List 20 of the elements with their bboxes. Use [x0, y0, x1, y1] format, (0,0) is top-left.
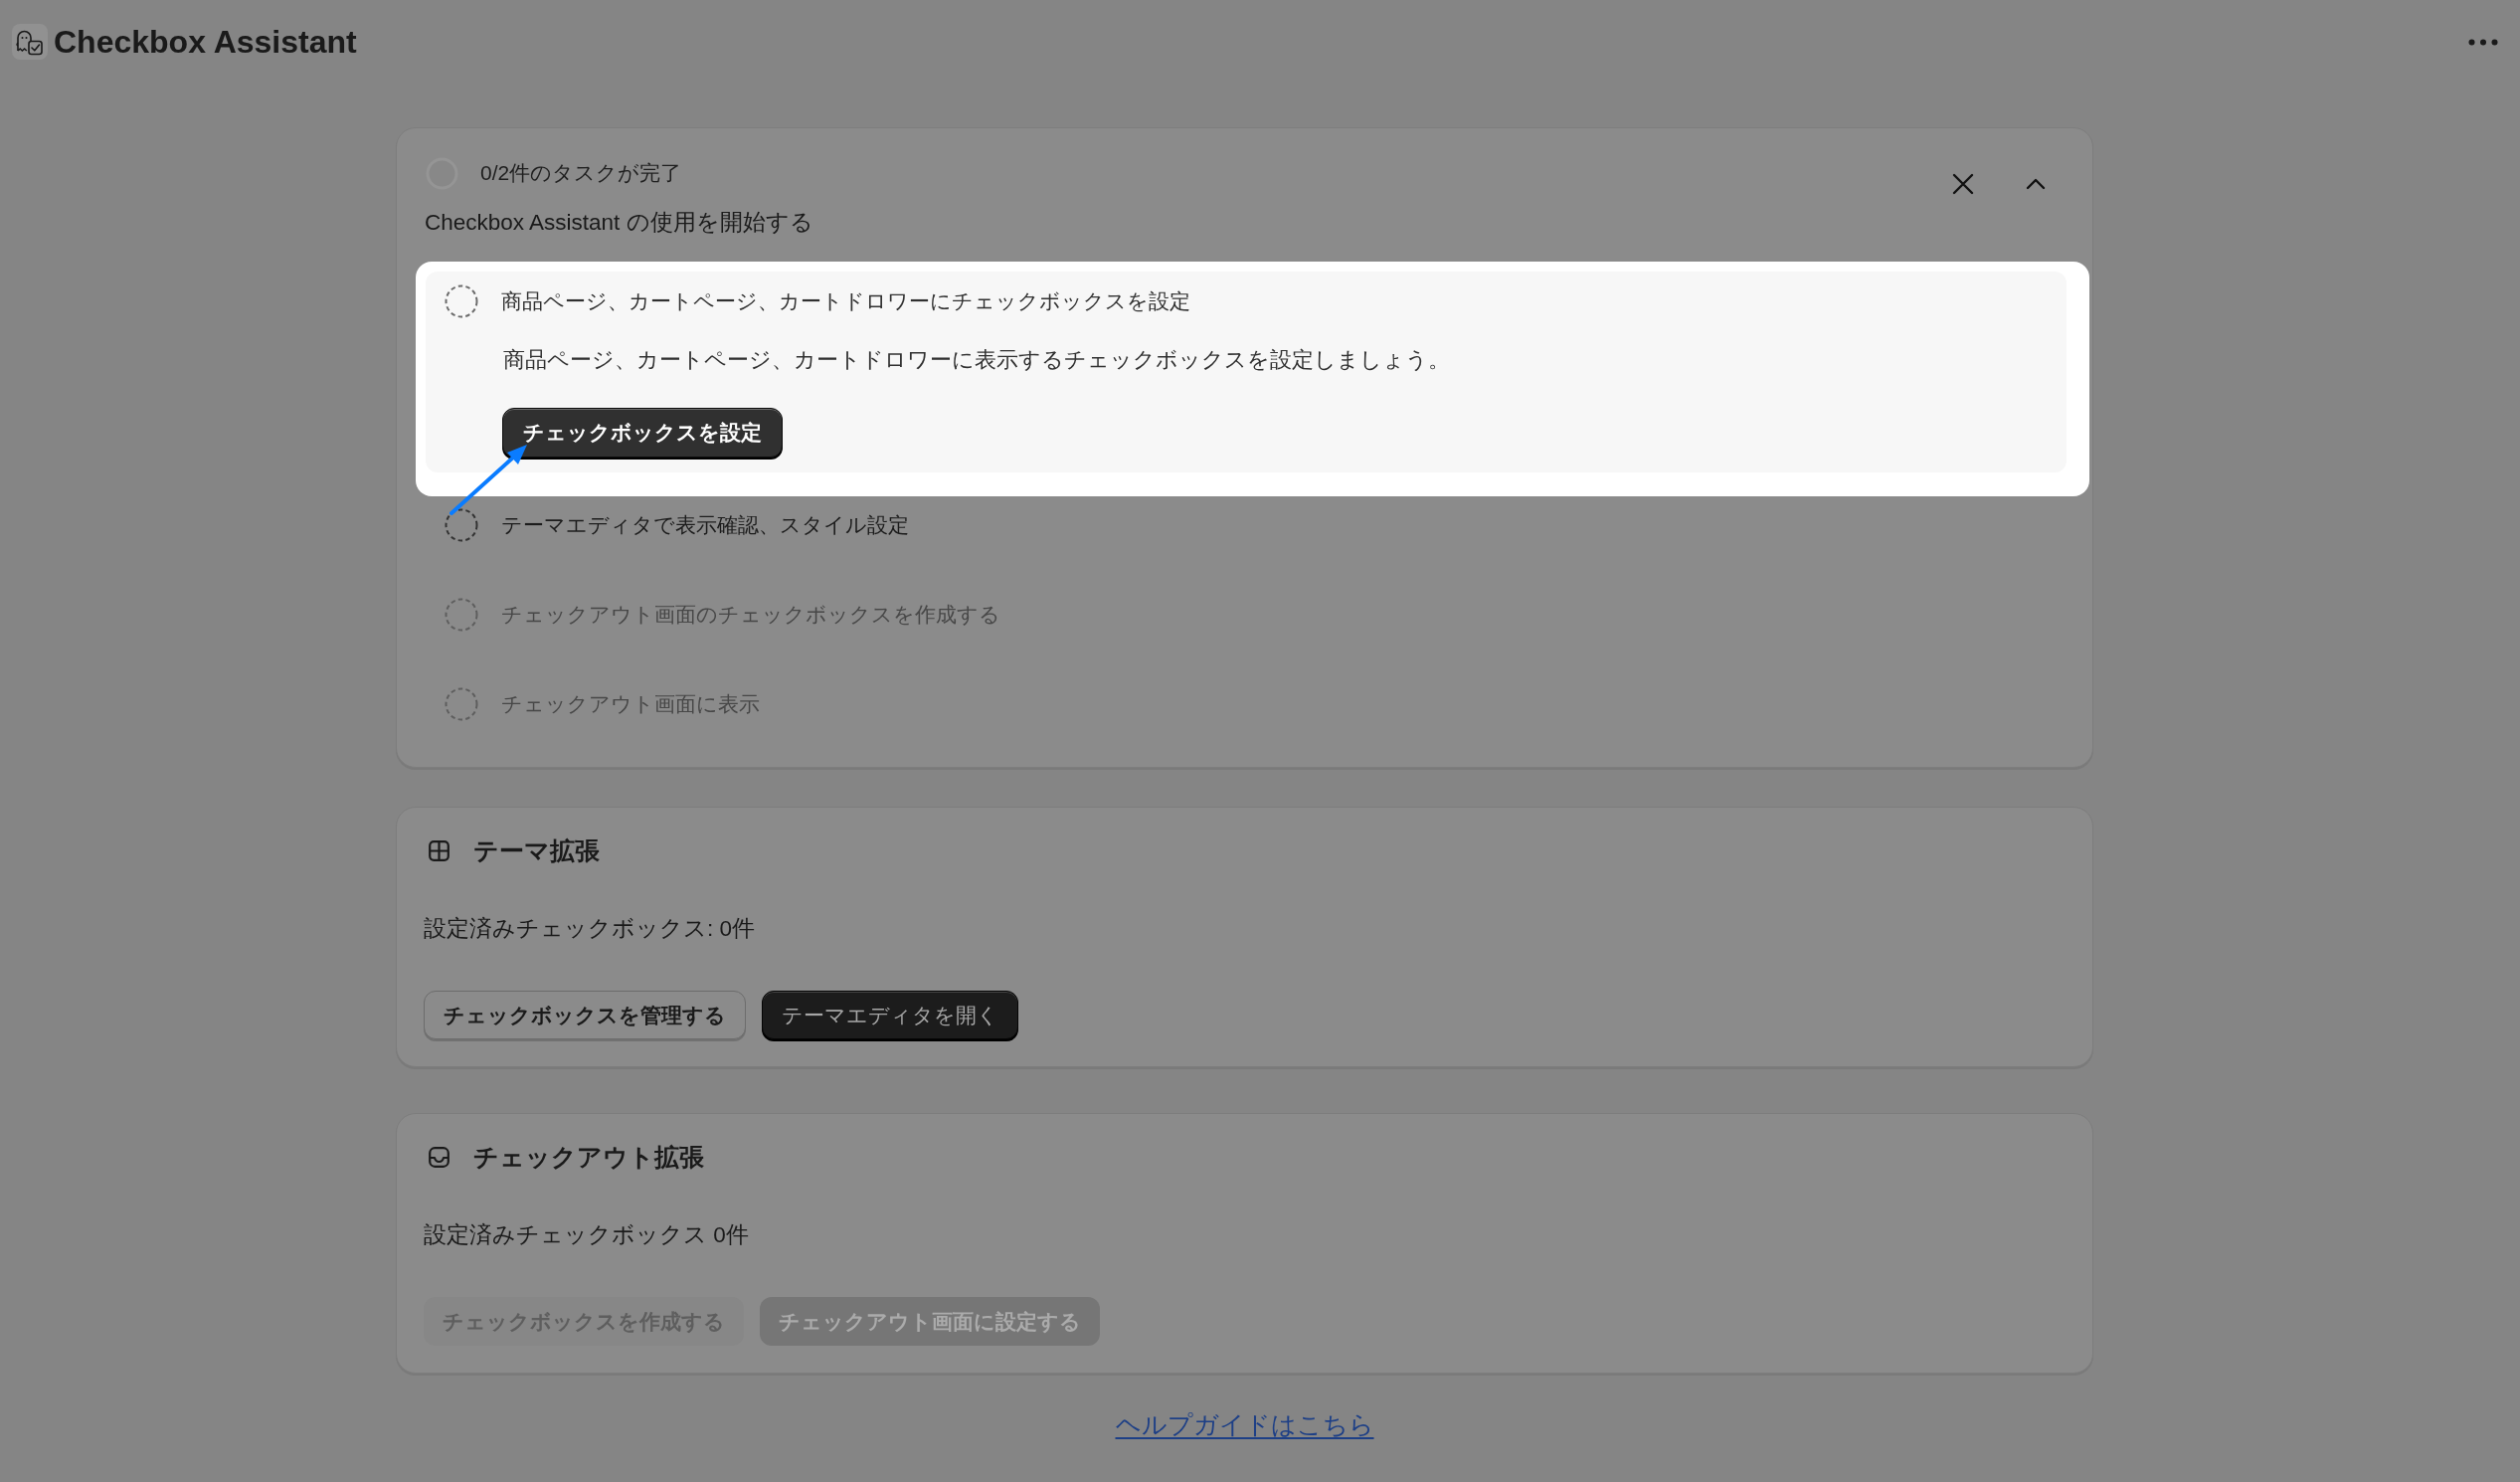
help-guide-link[interactable]: ヘルプガイドはこちら: [1115, 1407, 1374, 1441]
section-title: チェックアウト拡張: [473, 1142, 704, 1173]
task-title[interactable]: テーマエディタで表示確認、スタイル設定: [501, 510, 909, 540]
close-icon[interactable]: [1952, 173, 1974, 195]
status-text: 設定済みチェックボックス 0件: [424, 1221, 749, 1249]
progress-text: 0/2件のタスクが完了: [480, 160, 682, 186]
setup-guide-title: Checkbox Assistant の使用を開始する: [425, 209, 813, 237]
task-description: 商品ページ、カートページ、カートドロワーに表示するチェックボックスを設定しましょう。: [503, 346, 1450, 374]
action-button[interactable]: テーマエディタを開く: [762, 991, 1018, 1039]
setup-checkbox-button[interactable]: チェックボックスを設定: [502, 408, 783, 458]
ghost-checkbox-icon: [12, 24, 48, 60]
status-text: 設定済みチェックボックス: 0件: [424, 915, 756, 943]
task-title[interactable]: 商品ページ、カートページ、カートドロワーにチェックボックスを設定: [501, 286, 1190, 316]
app-title: Checkbox Assistant: [54, 23, 357, 62]
section-title: テーマ拡張: [473, 835, 600, 866]
ellipsis-icon[interactable]: [2468, 38, 2498, 46]
chevron-up-icon[interactable]: [2026, 178, 2046, 190]
action-button[interactable]: チェックボックスを管理する: [424, 991, 746, 1039]
layout-grid-icon: [429, 839, 450, 861]
inbox-icon: [429, 1146, 450, 1168]
